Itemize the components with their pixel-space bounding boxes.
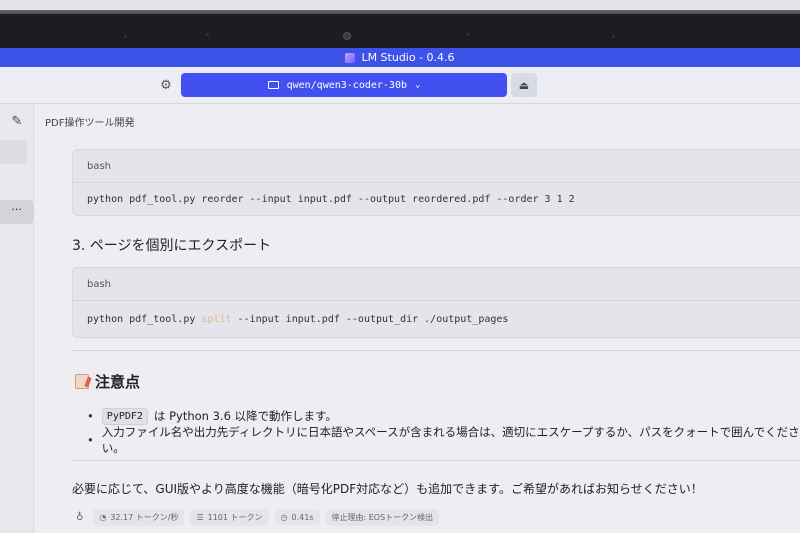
stack-icon: ☰	[196, 513, 204, 522]
inline-code: PyPDF2	[101, 407, 148, 425]
sidebar-chat-item[interactable]	[0, 140, 27, 164]
code-lang-label: bash	[73, 150, 800, 183]
stop-reason-value: 停止理由: EOSトークン検出	[331, 513, 434, 522]
code-content[interactable]: python pdf_tool.py reorder --input input…	[73, 183, 800, 215]
closing-paragraph: 必要に応じて、GUI版やより高度な機能（暗号化PDF対応など）も追加できます。ご…	[72, 482, 703, 496]
monitor-icon	[267, 81, 279, 89]
code-text: --input input.pdf --output_dir ./output_…	[231, 313, 509, 325]
eject-button[interactable]: ⏏	[511, 73, 537, 97]
notes-heading-text: 注意点	[95, 373, 141, 391]
code-keyword: split	[201, 313, 232, 325]
model-name: qwen/qwen3-coder-30b	[286, 79, 407, 91]
sensor-dot	[124, 35, 127, 38]
tokens-stat: ☰ 1101 トークン	[190, 509, 269, 526]
code-block: bash python pdf_tool.py reorder --input …	[72, 149, 800, 216]
webcam	[343, 32, 351, 40]
screen-bezel	[0, 14, 800, 48]
more-icon[interactable]: ···	[0, 200, 33, 224]
list-item-text: は Python 3.6 以降で動作します。	[153, 409, 337, 423]
notes-list: PyPDF2 は Python 3.6 以降で動作します。 入力ファイル名や出力…	[87, 404, 800, 455]
gauge-icon: ◔	[99, 513, 107, 522]
eject-icon: ⏏	[518, 78, 530, 92]
window-titlebar: LM Studio - 0.4.6	[0, 48, 800, 67]
sensor-dot	[206, 33, 209, 36]
divider	[72, 460, 800, 461]
sidebar: ✎ ···	[0, 104, 34, 533]
code-lang-label: bash	[73, 268, 800, 301]
speed-value: 32.17 トークン/秒	[110, 513, 179, 522]
list-item-text: 入力ファイル名や出力先ディレクトリに日本語やスペースが含まれる場合は、適切にエス…	[101, 425, 800, 455]
time-value: 0.41s	[291, 513, 314, 522]
sensor-dot	[612, 35, 615, 38]
speed-stat: ◔ 32.17 トークン/秒	[93, 509, 185, 526]
gear-icon[interactable]: ⚙	[158, 78, 174, 94]
notes-heading: 注意点	[75, 371, 140, 392]
window-title: LM Studio - 0.4.6	[361, 51, 455, 64]
code-content[interactable]: python pdf_tool.py split --input input.p…	[73, 301, 800, 337]
time-stat: ◷ 0.41s	[274, 510, 320, 525]
edit-icon[interactable]: ✎	[9, 114, 25, 130]
lightbulb-icon[interactable]: ♁	[72, 509, 87, 526]
message-stats: ♁ ◔ 32.17 トークン/秒 ☰ 1101 トークン ◷ 0.41s 停止理由: …	[72, 509, 440, 526]
list-item: 入力ファイル名や出力先ディレクトリに日本語やスペースが含まれる場合は、適切にエス…	[87, 425, 800, 455]
code-block: bash python pdf_tool.py split --input in…	[72, 267, 800, 338]
model-selector-button[interactable]: qwen/qwen3-coder-30b ⌄	[181, 73, 507, 97]
app-logo-icon	[345, 52, 356, 63]
chat-title: PDF操作ツール開発	[45, 118, 135, 129]
screen-bezel-top	[0, 0, 800, 20]
code-text: python pdf_tool.py	[87, 313, 202, 325]
section-heading: 3. ページを個別にエクスポート	[72, 238, 272, 254]
tokens-value: 1101 トークン	[207, 513, 263, 522]
stop-reason-stat: 停止理由: EOSトークン検出	[325, 509, 440, 526]
memo-icon	[75, 374, 89, 389]
chevron-down-icon: ⌄	[415, 80, 421, 90]
top-toolbar: ⚙ qwen/qwen3-coder-30b ⌄ ⏏	[0, 67, 800, 104]
chat-area: PDF操作ツール開発 bash python pdf_tool.py reord…	[35, 104, 800, 533]
divider	[72, 350, 800, 351]
sensor-dot	[466, 33, 469, 36]
clock-icon: ◷	[280, 513, 288, 522]
